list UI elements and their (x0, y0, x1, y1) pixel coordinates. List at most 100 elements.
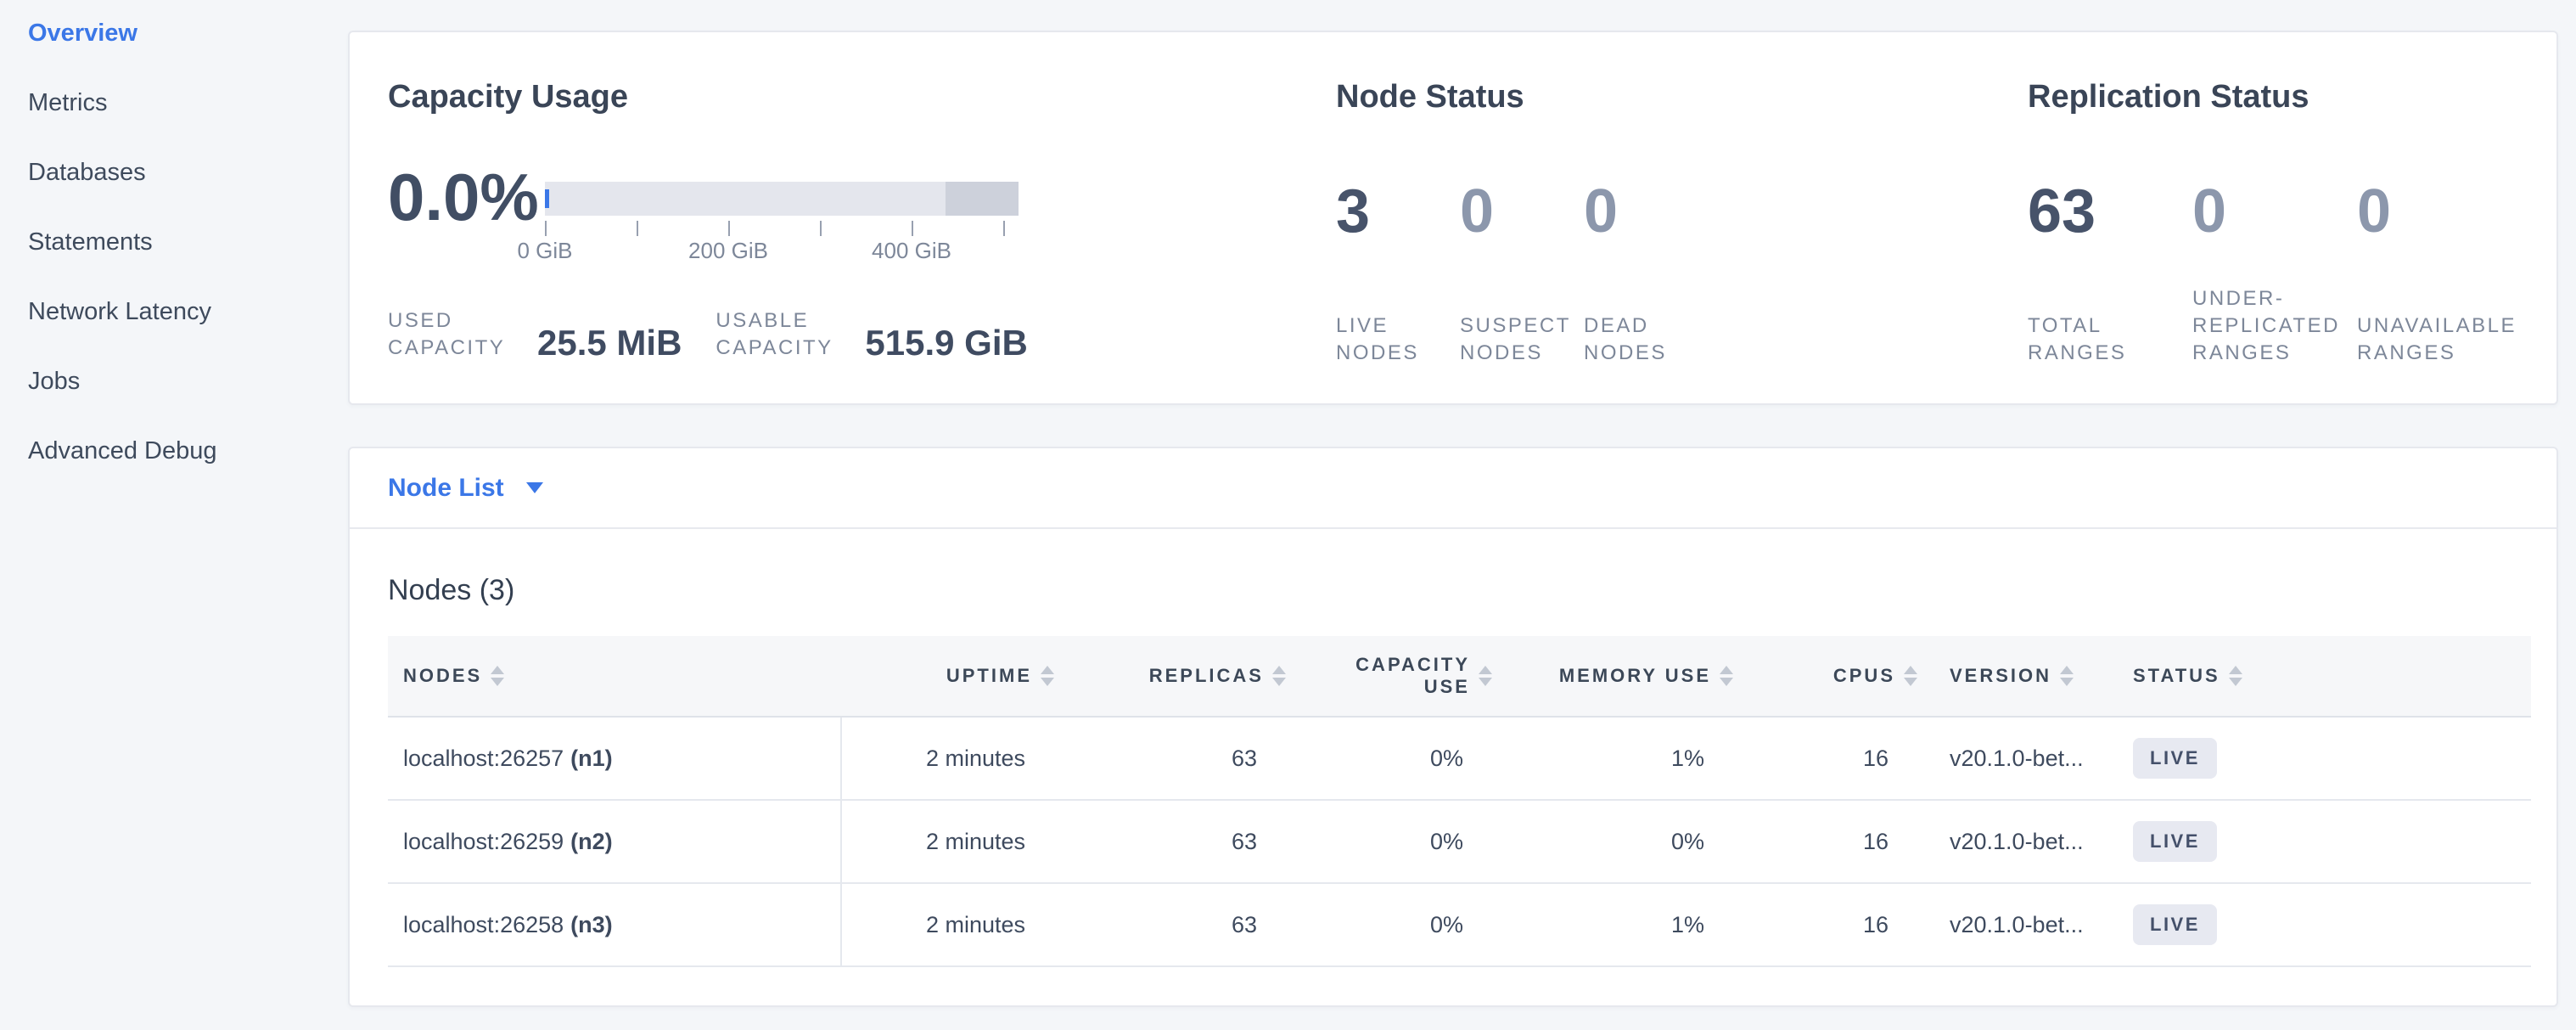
column-header-cpus[interactable]: CPUS (1733, 665, 1917, 687)
node-id: (n2) (570, 829, 613, 855)
gauge-tick (1003, 221, 1005, 236)
total-ranges-value: 63 (2028, 180, 2192, 243)
table-row[interactable]: localhost:26257(n1) 2 minutes 63 0% 1% 1… (388, 718, 2531, 801)
node-list-card: Node List Nodes (3) NODES UPTIME (348, 447, 2558, 1007)
replicas-cell: 63 (1232, 746, 1286, 772)
node-address-cell: localhost:26258(n3) (388, 884, 842, 965)
total-ranges-stat: 63 TOTAL RANGES (2028, 163, 2192, 367)
gauge-tick (820, 221, 822, 236)
capacity-use-cell: 0% (1430, 912, 1492, 938)
used-capacity-label: USED CAPACITY (388, 307, 515, 362)
sort-icon (491, 666, 504, 686)
memory-use-cell: 1% (1671, 912, 1733, 938)
app-root: Overview Metrics Databases Statements Ne… (0, 0, 2576, 1030)
status-badge: LIVE (2133, 904, 2217, 945)
column-header-uptime[interactable]: UPTIME (842, 665, 1054, 687)
sidebar-item-statements[interactable]: Statements (28, 229, 348, 255)
dead-nodes-value: 0 (1584, 180, 1708, 243)
sidebar-item-advanced-debug[interactable]: Advanced Debug (28, 438, 348, 464)
node-status-section: Node Status 3 LIVE NODES 0 SUSPECT NODES… (1336, 78, 2028, 403)
replication-status-section: Replication Status 63 TOTAL RANGES 0 UND… (2028, 78, 2556, 403)
capacity-stats: USED CAPACITY 25.5 MiB USABLE CAPACITY 5… (388, 307, 1336, 362)
node-status-title: Node Status (1336, 78, 2028, 115)
nodes-table: NODES UPTIME REPLICAS CAPACITY USE (388, 636, 2531, 967)
gauge-axis-label: 400 GiB (872, 238, 951, 264)
version-cell: v20.1.0-bet... (1917, 829, 2133, 855)
replication-status-stats: 63 TOTAL RANGES 0 UNDER-REPLICATED RANGE… (2028, 163, 2556, 367)
capacity-gauge-used-marker (545, 189, 549, 208)
replication-status-title: Replication Status (2028, 78, 2556, 115)
used-capacity-value: 25.5 MiB (537, 324, 682, 362)
total-ranges-label: TOTAL RANGES (2028, 312, 2180, 367)
gauge-tick (545, 221, 547, 236)
uptime-cell: 2 minutes (926, 746, 1054, 772)
live-nodes-label: LIVE NODES (1336, 312, 1460, 367)
replicas-cell: 63 (1232, 829, 1286, 855)
column-header-status[interactable]: STATUS (2133, 665, 2531, 687)
sidebar-item-network-latency[interactable]: Network Latency (28, 299, 348, 324)
status-cell: LIVE (2133, 904, 2531, 945)
dead-nodes-stat: 0 DEAD NODES (1584, 163, 1708, 367)
capacity-gauge-ticks (545, 216, 1019, 238)
unavailable-ranges-label: UNAVAILABLE RANGES (2357, 312, 2510, 367)
chevron-down-icon (526, 482, 543, 493)
replicas-cell: 63 (1232, 912, 1286, 938)
sidebar-item-metrics[interactable]: Metrics (28, 90, 348, 115)
sort-icon (1272, 666, 1286, 686)
sidebar-item-overview[interactable]: Overview (28, 20, 348, 46)
usable-capacity-value: 515.9 GiB (865, 324, 1027, 362)
sidebar-nav-list: Overview Metrics Databases Statements Ne… (0, 0, 348, 464)
live-nodes-stat: 3 LIVE NODES (1336, 163, 1460, 367)
capacity-gauge-track (545, 182, 1019, 216)
table-row[interactable]: localhost:26259(n2) 2 minutes 63 0% 0% 1… (388, 801, 2531, 884)
under-replicated-ranges-label: UNDER-REPLICATED RANGES (2192, 285, 2345, 367)
suspect-nodes-label: SUSPECT NODES (1460, 312, 1584, 367)
node-id: (n1) (570, 746, 613, 772)
table-row[interactable]: localhost:26258(n3) 2 minutes 63 0% 1% 1… (388, 884, 2531, 967)
dead-nodes-label: DEAD NODES (1584, 312, 1708, 367)
capacity-usage-section: Capacity Usage 0.0% (388, 78, 1336, 403)
capacity-gauge-reserved-segment (946, 182, 1019, 216)
cluster-overview-card: Capacity Usage 0.0% (348, 31, 2558, 405)
status-badge: LIVE (2133, 821, 2217, 862)
main-content: Capacity Usage 0.0% (348, 0, 2576, 1030)
status-badge: LIVE (2133, 738, 2217, 779)
suspect-nodes-value: 0 (1460, 180, 1584, 243)
column-header-nodes[interactable]: NODES (388, 665, 842, 687)
column-header-capacity-use[interactable]: CAPACITY USE (1286, 654, 1492, 698)
node-status-stats: 3 LIVE NODES 0 SUSPECT NODES 0 DEAD NODE… (1336, 163, 2028, 367)
unavailable-ranges-stat: 0 UNAVAILABLE RANGES (2357, 163, 2522, 367)
gauge-tick (637, 221, 638, 236)
usable-capacity-stat: USABLE CAPACITY 515.9 GiB (716, 307, 1027, 362)
node-list-dropdown[interactable]: Node List (350, 448, 2556, 529)
cpus-cell: 16 (1863, 829, 1917, 855)
nodes-section-title: Nodes (3) (388, 573, 2531, 607)
node-id: (n3) (570, 912, 613, 938)
capacity-use-cell: 0% (1430, 829, 1492, 855)
sort-icon (1720, 666, 1733, 686)
under-replicated-ranges-value: 0 (2192, 180, 2357, 243)
sidebar-item-databases[interactable]: Databases (28, 160, 348, 185)
nodes-section: Nodes (3) NODES UPTIME REPLICAS (350, 573, 2556, 967)
unavailable-ranges-value: 0 (2357, 180, 2522, 243)
capacity-usage-title: Capacity Usage (388, 78, 1336, 115)
column-header-memory-use[interactable]: MEMORY USE (1492, 665, 1733, 687)
node-list-dropdown-label: Node List (388, 474, 504, 503)
uptime-cell: 2 minutes (926, 829, 1054, 855)
version-cell: v20.1.0-bet... (1917, 746, 2133, 772)
sidebar: Overview Metrics Databases Statements Ne… (0, 0, 348, 1030)
sort-icon (1479, 666, 1492, 686)
capacity-gauge-axis-labels: 0 GiB 200 GiB 400 GiB (545, 238, 1019, 263)
gauge-tick (728, 221, 730, 236)
suspect-nodes-stat: 0 SUSPECT NODES (1460, 163, 1584, 367)
gauge-tick (912, 221, 913, 236)
column-header-version[interactable]: VERSION (1917, 665, 2133, 687)
status-cell: LIVE (2133, 821, 2531, 862)
cpus-cell: 16 (1863, 912, 1917, 938)
sidebar-item-jobs[interactable]: Jobs (28, 369, 348, 394)
column-header-replicas[interactable]: REPLICAS (1054, 665, 1286, 687)
node-address-cell: localhost:26259(n2) (388, 801, 842, 882)
node-address-cell: localhost:26257(n1) (388, 718, 842, 799)
gauge-axis-label: 0 GiB (517, 238, 572, 264)
gauge-axis-label: 200 GiB (688, 238, 768, 264)
